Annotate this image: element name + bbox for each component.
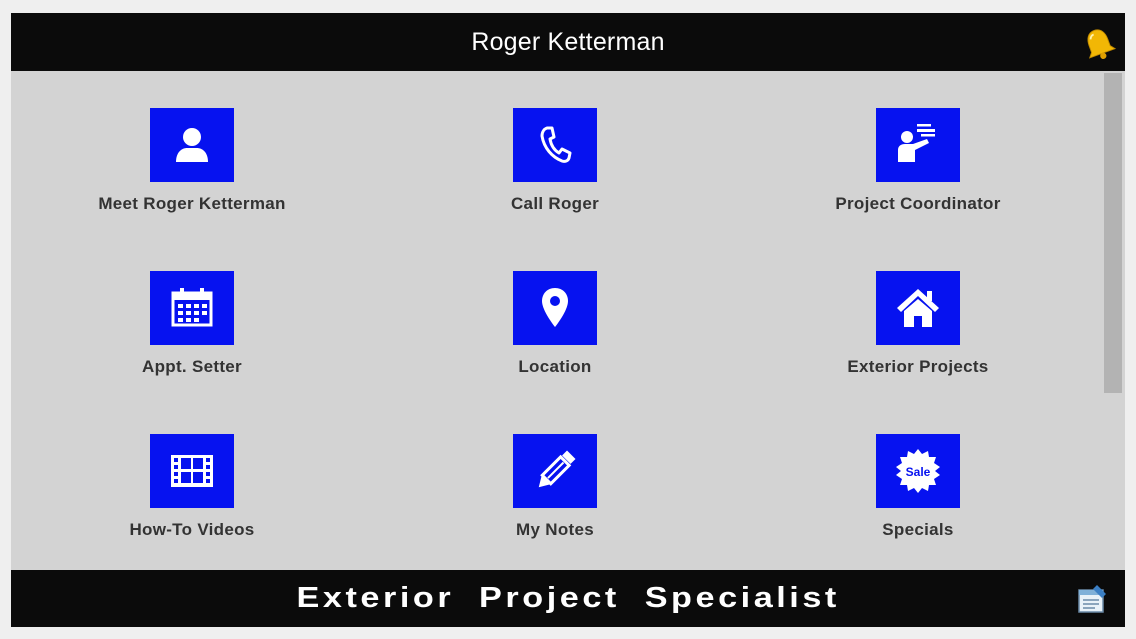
pencil-icon <box>538 450 576 488</box>
phone-icon <box>540 126 572 163</box>
map-pin-icon <box>542 288 568 327</box>
tile-specials[interactable]: Sale Specials <box>768 434 1068 554</box>
menu-grid: Meet Roger Ketterman Call Roger Project … <box>11 71 1101 570</box>
bell-icon[interactable] <box>1081 26 1117 62</box>
sale-badge-text: Sale <box>906 465 931 479</box>
tile-label: My Notes <box>516 520 594 539</box>
tile-my-notes[interactable]: My Notes <box>405 434 705 554</box>
tile-icon-box <box>513 108 597 182</box>
tile-project-coordinator[interactable]: Project Coordinator <box>768 108 1068 228</box>
tile-label: Meet Roger Ketterman <box>98 194 286 213</box>
tile-meet-roger[interactable]: Meet Roger Ketterman <box>42 108 342 228</box>
tile-label: Appt. Setter <box>142 357 242 376</box>
tile-label: Specials <box>882 520 954 539</box>
presenter-icon <box>898 124 935 162</box>
tile-label: Location <box>518 357 592 376</box>
page-title: Roger Ketterman <box>471 27 665 56</box>
tile-label: How-To Videos <box>129 520 255 539</box>
home-icon <box>897 289 939 327</box>
tile-exterior-projects[interactable]: Exterior Projects <box>768 271 1068 391</box>
tile-icon-box <box>513 434 597 508</box>
sale-badge-icon: Sale <box>896 449 940 493</box>
tile-icon-box <box>150 108 234 182</box>
user-icon <box>176 128 208 162</box>
header-bar: Roger Ketterman <box>11 13 1125 71</box>
scrollbar[interactable] <box>1101 71 1125 570</box>
tile-icon-box: Sale <box>876 434 960 508</box>
tile-icon-box <box>513 271 597 345</box>
scrollbar-thumb[interactable] <box>1104 73 1122 393</box>
tile-icon-box <box>150 434 234 508</box>
footer-bar: Exterior Project Specialist <box>11 570 1125 627</box>
tile-label: Call Roger <box>510 194 600 213</box>
tile-how-to-videos[interactable]: How-To Videos <box>42 434 342 554</box>
tile-icon-box <box>150 271 234 345</box>
document-icon[interactable] <box>1075 582 1109 616</box>
app-frame: Roger Ketterman Meet Roger Ketterman Cal… <box>11 13 1125 627</box>
footer-title: Exterior Project Specialist <box>296 582 840 614</box>
tile-call-roger[interactable]: Call Roger <box>405 108 705 228</box>
tile-location[interactable]: Location <box>405 271 705 391</box>
tile-label: Exterior Projects <box>847 357 989 376</box>
tile-icon-box <box>876 271 960 345</box>
tile-appt-setter[interactable]: Appt. Setter <box>42 271 342 391</box>
calendar-icon <box>171 288 213 327</box>
tile-icon-box <box>876 108 960 182</box>
film-icon <box>171 455 213 487</box>
tile-label: Project Coordinator <box>835 194 1001 213</box>
